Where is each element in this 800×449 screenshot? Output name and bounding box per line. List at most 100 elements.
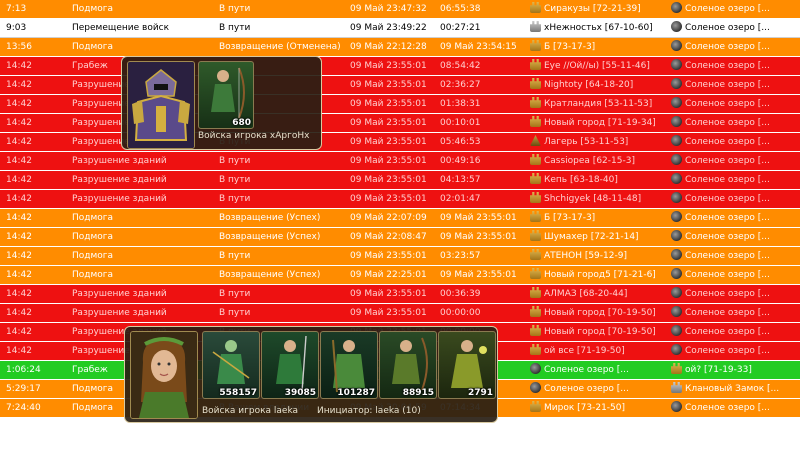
table-row[interactable]: 14:42Разрушение зданийВ пути09 Май 23:55… xyxy=(0,114,800,133)
row-from[interactable]: Nightoty [64-18-20] xyxy=(530,76,666,94)
row-to[interactable]: Соленое озеро [... xyxy=(671,0,799,18)
table-row[interactable]: 7:13 Подмога В пути 09 Май 23:47:32 06:55:38… xyxy=(0,0,800,19)
row-start-time: 09 Май 22:25:01 xyxy=(350,270,427,280)
row-from[interactable]: Соленое озеро [... xyxy=(530,361,666,379)
table-row[interactable]: 9:03 Перемещение войск В пути 09 Май 23:49:… xyxy=(0,19,800,38)
row-from-label: Новый город [70-19-50] xyxy=(544,327,656,337)
unit-count: 88915 xyxy=(402,388,434,398)
castle-icon xyxy=(671,363,682,374)
castle-icon xyxy=(530,2,541,13)
row-status: Возвращение (Успех) xyxy=(219,270,321,280)
table-row[interactable]: 14:42Разрушение зданийВ пути09 Май 23:55… xyxy=(0,285,800,304)
unit-count: 39085 xyxy=(284,388,316,398)
row-to[interactable]: Соленое озеро [... xyxy=(671,228,799,246)
row-from[interactable]: АТЕНОН [59-12-9] xyxy=(530,247,666,265)
row-from[interactable]: Б [73-17-3] xyxy=(530,38,666,56)
table-row[interactable]: 14:42ГрабежВ пути09 Май 23:55:0108:54:42… xyxy=(0,57,800,76)
row-to[interactable]: Соленое озеро [... xyxy=(671,342,799,360)
row-from[interactable]: Новый город5 [71-21-6] xyxy=(530,266,666,284)
unit-slot-1[interactable]: 558157 xyxy=(202,331,260,399)
row-from-label: Кепь [63-18-40] xyxy=(544,175,618,185)
row-time: 14:42 xyxy=(6,175,32,185)
row-to[interactable]: Соленое озеро [... xyxy=(671,190,799,208)
row-from[interactable]: Кепь [63-18-40] xyxy=(530,171,666,189)
unit-slot-5[interactable]: 2791 xyxy=(438,331,496,399)
row-to[interactable]: Соленое озеро [... xyxy=(671,76,799,94)
row-to[interactable]: Соленое озеро [... xyxy=(671,38,799,56)
row-type: Разрушение зданий xyxy=(72,289,167,299)
row-to[interactable]: Соленое озеро [... xyxy=(671,304,799,322)
row-to[interactable]: Соленое озеро [... xyxy=(671,133,799,151)
row-to[interactable]: Соленое озеро [... xyxy=(671,285,799,303)
row-to[interactable]: Соленое озеро [... xyxy=(671,266,799,284)
table-row[interactable]: 14:42 Подмога Возвращение (Успех) 09 Май 22… xyxy=(0,266,800,285)
row-type: Разрушение зданий xyxy=(72,308,167,318)
row-from[interactable]: Eye //Ой//ы) [55-11-46] xyxy=(530,57,666,75)
row-from[interactable]: Соленое озеро [... xyxy=(530,380,666,398)
row-from[interactable]: Кратландия [53-11-53] xyxy=(530,95,666,113)
row-type: Подмога xyxy=(72,4,114,14)
row-from[interactable]: Шумахер [72-21-14] xyxy=(530,228,666,246)
row-to[interactable]: Соленое озеро [... xyxy=(671,171,799,189)
row-to[interactable]: Соленое озеро [... xyxy=(671,323,799,341)
table-row[interactable]: 14:42 Подмога В пути 09 Май 23:55:01 03:23:5… xyxy=(0,247,800,266)
row-end-time: 02:01:47 xyxy=(440,194,481,204)
table-row[interactable]: 14:42Разрушение зданийВ пути09 Май 23:55… xyxy=(0,171,800,190)
unit-slot-3[interactable]: 101287 xyxy=(320,331,378,399)
row-to[interactable]: Соленое озеро [... xyxy=(671,152,799,170)
row-time: 14:42 xyxy=(6,99,32,109)
row-from[interactable]: хНежностьх [67-10-60] xyxy=(530,19,666,37)
row-to[interactable]: Соленое озеро [... xyxy=(671,95,799,113)
row-type: Разрушение зданий xyxy=(72,194,167,204)
table-row[interactable]: 14:42Разрушение зданийВ пути09 Май 23:55… xyxy=(0,304,800,323)
row-from[interactable]: Новый город [70-19-50] xyxy=(530,304,666,322)
row-from[interactable]: АЛМАЗ [68-20-44] xyxy=(530,285,666,303)
row-from[interactable]: Б [73-17-3] xyxy=(530,209,666,227)
row-from[interactable]: Мирок [73-21-50] xyxy=(530,399,666,417)
row-time: 14:42 xyxy=(6,118,32,128)
unit-slot-4[interactable]: 88915 xyxy=(379,331,437,399)
row-time: 14:42 xyxy=(6,80,32,90)
row-from-label: Кратландия [53-11-53] xyxy=(544,99,653,109)
row-status: Возвращение (Успех) xyxy=(219,213,321,223)
unit-slot-2[interactable]: 39085 xyxy=(261,331,319,399)
row-start-time: 09 Май 23:55:01 xyxy=(350,156,427,166)
row-to[interactable]: Соленое озеро [... xyxy=(671,247,799,265)
row-from[interactable]: ой все [71-19-50] xyxy=(530,342,666,360)
row-time: 9:03 xyxy=(6,23,27,33)
table-row[interactable]: 14:42Разрушение зданийВ пути09 Май 23:55… xyxy=(0,76,800,95)
row-to[interactable]: Соленое озеро [... xyxy=(671,114,799,132)
table-row[interactable]: 14:42Разрушение зданийВ пути09 Май 23:55… xyxy=(0,152,800,171)
row-from-label: Соленое озеро [... xyxy=(544,365,629,375)
unit-count: 558157 xyxy=(219,388,257,398)
row-to[interactable]: Соленое озеро [... xyxy=(671,19,799,37)
row-start-time: 09 Май 22:12:28 xyxy=(350,42,427,52)
row-to[interactable]: ой? [71-19-33] xyxy=(671,361,799,379)
row-from[interactable]: Shchigyek [48-11-48] xyxy=(530,190,666,208)
row-from[interactable]: Новый город [70-19-50] xyxy=(530,323,666,341)
row-from[interactable]: Новый город [71-19-34] xyxy=(530,114,666,132)
row-from[interactable]: Лагерь [53-11-53] xyxy=(530,133,666,151)
row-time: 14:42 xyxy=(6,194,32,204)
row-to[interactable]: Клановый Замок [... xyxy=(671,380,799,398)
row-from[interactable]: Сиракузы [72-21-39] xyxy=(530,0,666,18)
unit-slot-1[interactable]: 680 xyxy=(198,61,254,129)
row-time: 14:42 xyxy=(6,289,32,299)
row-to[interactable]: Соленое озеро [... xyxy=(671,209,799,227)
table-row[interactable]: 13:56 Подмога Возвращение (Отменена) 09 Май… xyxy=(0,38,800,57)
table-row[interactable]: 14:42Разрушение зданийВ пути09 Май 23:55… xyxy=(0,95,800,114)
table-row[interactable]: 14:42Разрушение зданийВ пути09 Май 23:55… xyxy=(0,190,800,209)
table-row[interactable]: 14:42Разрушение зданийВ пути09 Май 23:55… xyxy=(0,133,800,152)
row-from-label: Cassiopea [62-15-3] xyxy=(544,156,635,166)
row-to[interactable]: Соленое озеро [... xyxy=(671,399,799,417)
row-from-label: Nightoty [64-18-20] xyxy=(544,80,634,90)
row-end-time: 08:54:42 xyxy=(440,61,481,71)
clan-icon xyxy=(671,382,682,393)
row-from[interactable]: Cassiopea [62-15-3] xyxy=(530,152,666,170)
row-to-label: Соленое озеро [... xyxy=(685,289,770,299)
table-row[interactable]: 14:42 Подмога Возвращение (Успех) 09 Май 22… xyxy=(0,228,800,247)
row-end-time: 02:36:27 xyxy=(440,80,481,90)
table-row[interactable]: 14:42 Подмога Возвращение (Успех) 09 Май 22… xyxy=(0,209,800,228)
row-to[interactable]: Соленое озеро [... xyxy=(671,57,799,75)
lake-icon xyxy=(671,306,682,317)
